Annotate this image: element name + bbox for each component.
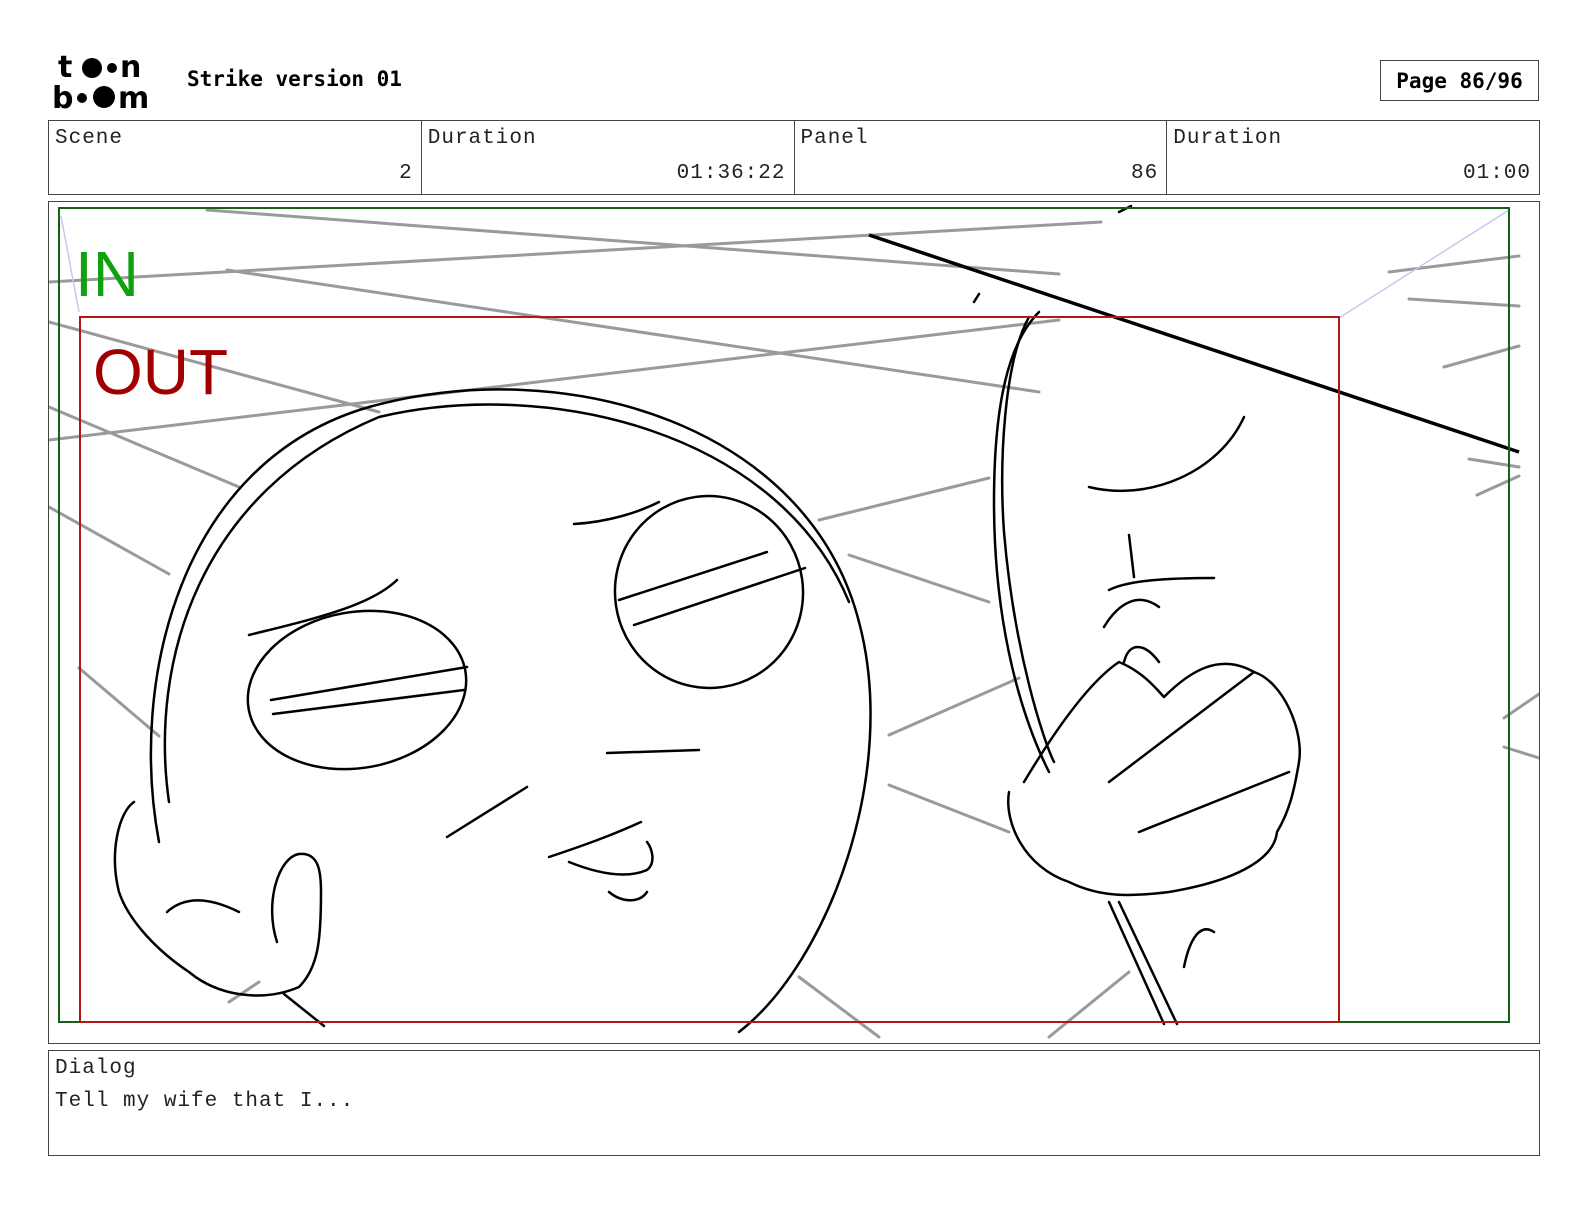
out-label: OUT — [93, 336, 228, 408]
info-row: Scene 2 Duration 01:36:22 Panel 86 Durat… — [48, 120, 1540, 195]
panel-value: 86 — [1131, 162, 1159, 185]
dialog-label: Dialog — [55, 1057, 137, 1080]
dialog-box: Dialog Tell my wife that I... — [48, 1050, 1540, 1156]
scene-duration-label: Duration — [427, 127, 537, 150]
svg-text:n: n — [120, 50, 141, 85]
svg-text:b: b — [52, 81, 73, 112]
svg-text:t: t — [58, 50, 72, 85]
scene-label: Scene — [55, 127, 124, 150]
storyboard-title: Strike version 01 — [187, 67, 402, 91]
panel-duration-label: Duration — [1173, 127, 1283, 150]
panel-sketch: IN OUT — [49, 204, 1539, 1039]
panel-duration-cell: Duration 01:00 — [1167, 121, 1539, 194]
panel-duration-value: 01:00 — [1462, 162, 1531, 185]
panel-cell: Panel 86 — [795, 121, 1168, 194]
in-label: IN — [75, 238, 139, 310]
page-number: Page 86/96 — [1380, 60, 1539, 101]
panel-label: Panel — [800, 127, 869, 150]
toonboom-logo: t n b m — [52, 50, 149, 112]
scene-duration-value: 01:36:22 — [676, 162, 786, 185]
svg-text:m: m — [118, 81, 149, 112]
storyboard-panel: IN OUT — [48, 201, 1540, 1044]
scene-duration-cell: Duration 01:36:22 — [422, 121, 795, 194]
scene-value: 2 — [399, 162, 413, 185]
scene-cell: Scene 2 — [49, 121, 422, 194]
dialog-text: Tell my wife that I... — [55, 1090, 355, 1113]
